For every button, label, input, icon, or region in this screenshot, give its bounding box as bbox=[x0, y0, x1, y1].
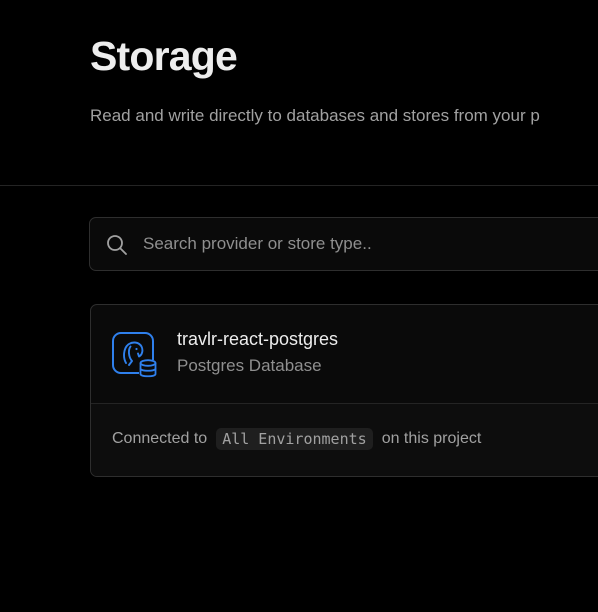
page-header: Storage Read and write directly to datab… bbox=[0, 0, 598, 186]
connection-prefix: Connected to bbox=[112, 430, 208, 447]
store-connection-footer: Connected to All Environments on this pr… bbox=[91, 404, 598, 476]
postgres-database-icon bbox=[112, 332, 158, 378]
search-icon bbox=[106, 234, 128, 256]
search-input[interactable] bbox=[143, 218, 598, 270]
store-name[interactable]: travlr-react-postgres bbox=[177, 329, 338, 350]
search-box[interactable] bbox=[89, 217, 598, 271]
store-card-header[interactable]: travlr-react-postgres Postgres Database bbox=[91, 305, 598, 404]
page-title: Storage bbox=[90, 33, 238, 79]
storage-page: Storage Read and write directly to datab… bbox=[0, 0, 598, 612]
environment-badge: All Environments bbox=[216, 428, 373, 450]
store-card[interactable]: travlr-react-postgres Postgres Database … bbox=[90, 304, 598, 477]
connection-suffix: on this project bbox=[381, 430, 482, 447]
store-type: Postgres Database bbox=[177, 356, 322, 375]
connection-status: Connected to All Environments on this pr… bbox=[112, 428, 481, 450]
page-subtitle: Read and write directly to databases and… bbox=[90, 106, 540, 125]
